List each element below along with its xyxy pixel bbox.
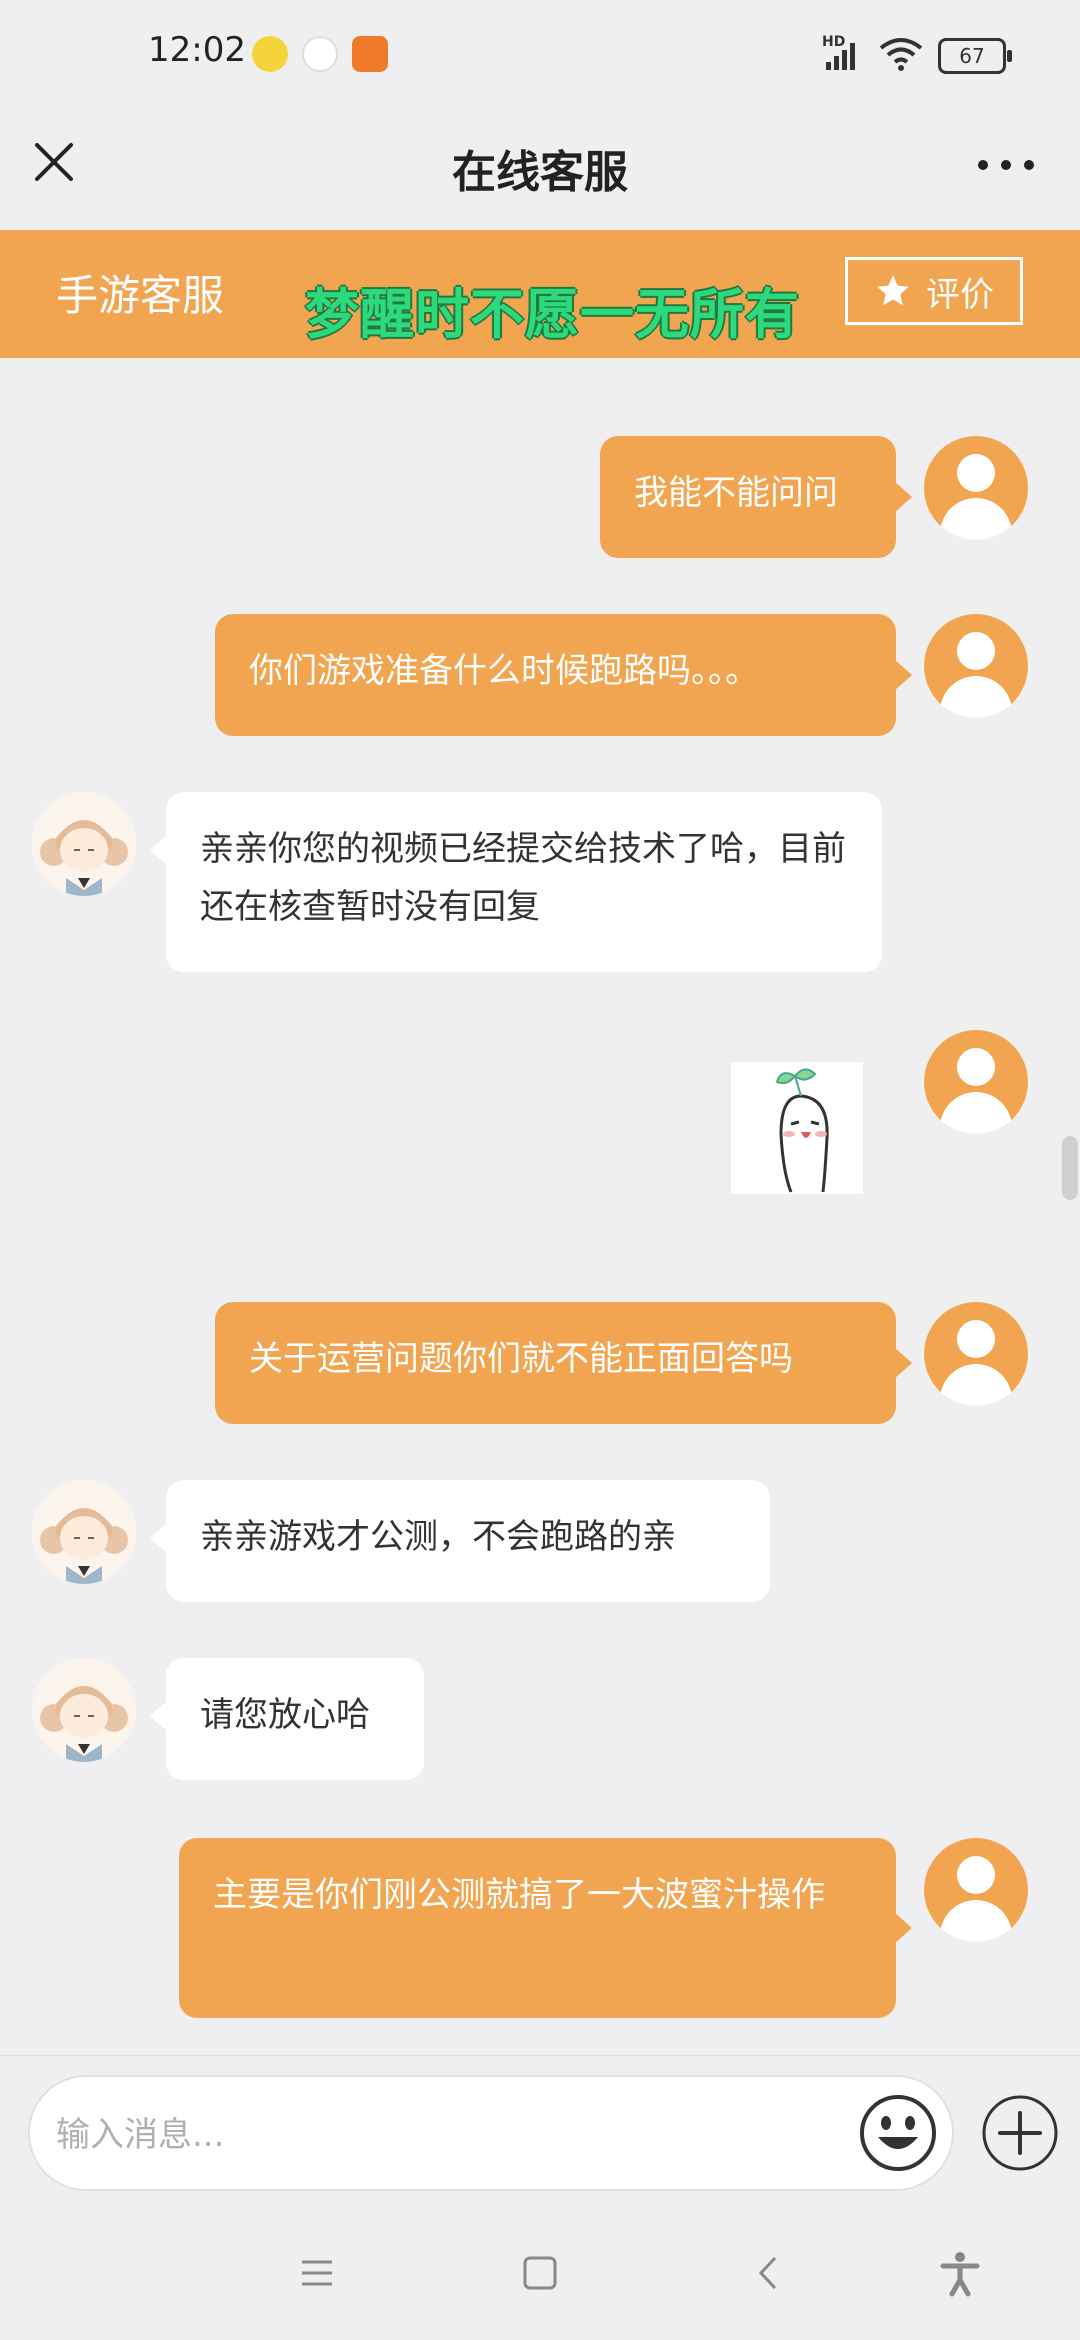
anime-girl-avatar-icon [32, 1658, 136, 1762]
message-input[interactable] [54, 2104, 818, 2166]
plus-icon[interactable] [980, 2093, 1060, 2173]
wifi-icon [879, 38, 923, 71]
cloud-app-icon [302, 36, 338, 72]
message-bubble-user[interactable]: 关于运营问题你们就不能正面回答吗 [215, 1302, 912, 1424]
star-icon [877, 275, 909, 306]
banner-slogan: 梦醒时不愿一无所有 [305, 283, 800, 346]
status-time: 12:02 [148, 30, 246, 70]
user-avatar[interactable] [924, 436, 1028, 540]
signal-icon [826, 43, 855, 70]
message-bubble-user[interactable]: 主要是你们刚公测就搞了一大波蜜汁操作 [179, 1838, 912, 2018]
rate-label: 评价 [926, 274, 994, 315]
service-label: 手游客服 [56, 271, 225, 320]
message-bubble-agent[interactable]: 亲亲你您的视频已经提交给技术了哈，目前还在核查暂时没有回复 [150, 792, 882, 972]
message-bubble-user[interactable]: 我能不能问问 [600, 436, 912, 558]
user-avatar[interactable] [924, 1838, 1028, 1942]
rate-button[interactable]: 评价 [845, 257, 1023, 325]
message-bubble-user[interactable]: 你们游戏准备什么时候跑路吗。。。 [215, 614, 912, 736]
user-avatar[interactable] [924, 1302, 1028, 1406]
agent-avatar[interactable] [32, 792, 136, 896]
menu-icon[interactable] [292, 2248, 342, 2298]
agent-avatar[interactable] [32, 1480, 136, 1584]
browser-app-icon [352, 36, 388, 72]
more-icon[interactable] [978, 160, 1034, 170]
back-icon[interactable] [743, 2248, 793, 2298]
music-app-icon [252, 36, 288, 72]
sticker-image[interactable] [731, 1062, 863, 1194]
user-avatar[interactable] [924, 614, 1028, 718]
anime-girl-avatar-icon [32, 1480, 136, 1584]
sprout-sticker-icon [775, 1068, 829, 1193]
battery-indicator: 67 [938, 38, 1012, 74]
page-title: 在线客服 [452, 147, 628, 198]
agent-avatar[interactable] [32, 1658, 136, 1762]
message-bubble-agent[interactable]: 亲亲游戏才公测，不会跑路的亲 [150, 1480, 770, 1602]
home-icon[interactable] [515, 2248, 565, 2298]
message-bubble-agent[interactable]: 请您放心哈 [150, 1658, 424, 1780]
emoji-icon[interactable] [858, 2093, 938, 2173]
scrollbar-thumb[interactable] [1062, 1136, 1078, 1200]
accessibility-icon[interactable] [935, 2248, 985, 2298]
anime-girl-avatar-icon [32, 792, 136, 896]
user-avatar[interactable] [924, 1030, 1028, 1134]
